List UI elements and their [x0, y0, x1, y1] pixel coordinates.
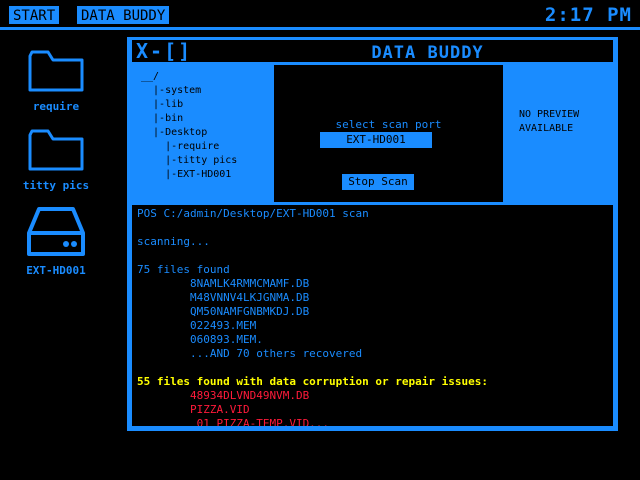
- taskbar-app-data-buddy[interactable]: DATA BUDDY: [76, 5, 171, 25]
- taskbar: START DATA BUDDY 2:17 PM: [0, 0, 640, 30]
- file-tree: __/ |-system |-lib |-bin |-Desktop |-req…: [141, 70, 271, 182]
- preview-line-1: NO PREVIEW: [519, 109, 580, 120]
- desktop-icon-label: EXT-HD001: [26, 264, 86, 277]
- console-corrupt-file: PIZZA.VID: [137, 403, 250, 416]
- console-corrupt-file: 01_PIZZA-TEMP.VID...: [137, 417, 330, 426]
- tree-item-root[interactable]: __/: [141, 70, 271, 84]
- console-blank: [137, 361, 613, 375]
- scan-console[interactable]: POS C:/admin/Desktop/EXT-HD001 scan scan…: [132, 205, 613, 426]
- scan-port-select[interactable]: EXT-HD001: [320, 132, 432, 148]
- window-title: DATA BUDDY: [371, 43, 484, 63]
- desktop-icon-require[interactable]: require: [6, 48, 106, 113]
- start-button[interactable]: START: [8, 5, 61, 25]
- stop-scan-button[interactable]: Stop Scan: [342, 174, 414, 190]
- console-file: ...AND 70 others recovered: [137, 347, 363, 360]
- window-titlebar[interactable]: X-[] DATA BUDDY: [132, 40, 613, 63]
- console-blank: [137, 221, 613, 235]
- preview-pane: NO PREVIEW AVAILABLE: [519, 108, 614, 136]
- console-path: POS C:/admin/Desktop/EXT-HD001 scan: [137, 207, 369, 220]
- scan-panel: select scan port EXT-HD001 Stop Scan: [274, 65, 503, 202]
- tree-item-system[interactable]: |-system: [141, 84, 271, 98]
- tree-item-ext-hd001[interactable]: |-EXT-HD001: [141, 168, 271, 182]
- console-file: M48VNNV4LKJGNMA.DB: [137, 291, 310, 304]
- tree-item-titty-pics[interactable]: |-titty pics: [141, 154, 271, 168]
- desktop-icon-titty-pics[interactable]: titty pics: [6, 127, 106, 192]
- tree-item-lib[interactable]: |-lib: [141, 98, 271, 112]
- console-corruption-warning: 55 files found with data corruption or r…: [137, 375, 488, 388]
- tree-item-desktop[interactable]: |-Desktop: [141, 126, 271, 140]
- desktop-icon-ext-hd001[interactable]: EXT-HD001: [6, 206, 106, 277]
- desktop-icon-label: require: [32, 100, 80, 113]
- folder-icon: [28, 50, 84, 92]
- tree-item-require[interactable]: |-require: [141, 140, 271, 154]
- console-file: 022493.MEM: [137, 319, 257, 332]
- console-file: 060893.MEM.: [137, 333, 263, 346]
- console-status: scanning...: [137, 235, 210, 248]
- data-buddy-window: X-[] DATA BUDDY __/ |-system |-lib |-bin…: [127, 37, 618, 431]
- clock: 2:17 PM: [544, 4, 632, 26]
- drive-icon: [27, 207, 85, 256]
- tree-item-bin[interactable]: |-bin: [141, 112, 271, 126]
- folder-icon: [28, 129, 84, 171]
- console-corrupt-file: 48934DLVND49NVM.DB: [137, 389, 310, 402]
- desktop-icon-label: titty pics: [22, 179, 90, 192]
- console-file: QM50NAMFGNBMKDJ.DB: [137, 305, 310, 318]
- scan-port-label: select scan port: [335, 118, 442, 131]
- console-file: 8NAMLK4RMMCMAMF.DB: [137, 277, 310, 290]
- console-blank: [137, 249, 613, 263]
- preview-line-2: AVAILABLE: [519, 123, 574, 134]
- console-found-count: 75 files found: [137, 263, 230, 276]
